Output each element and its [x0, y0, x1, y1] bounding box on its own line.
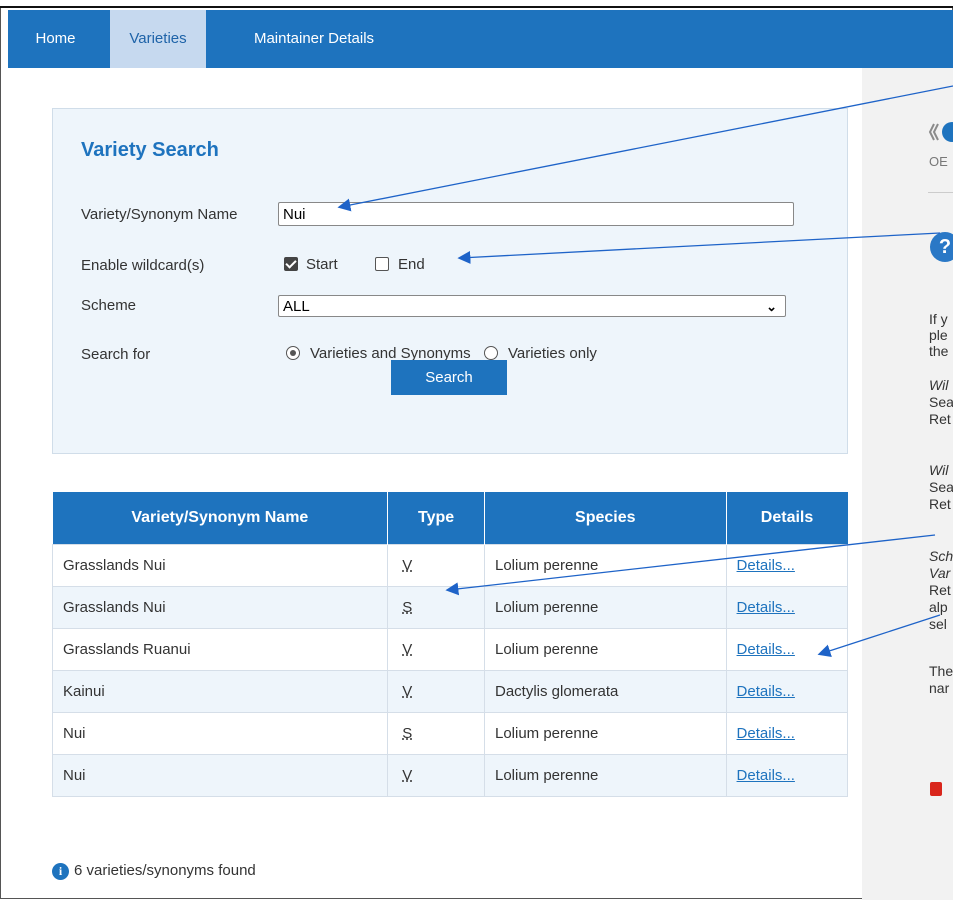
- results-count: 6 varieties/synonyms found: [74, 862, 256, 879]
- col-header-type[interactable]: Type: [387, 492, 485, 545]
- cell-type: V: [387, 544, 485, 587]
- col-header-species[interactable]: Species: [484, 492, 727, 545]
- sidebar-text-line: Ret: [929, 412, 951, 427]
- cell-name: Kainui: [51, 670, 389, 713]
- cell-name: Grasslands Nui: [51, 586, 389, 629]
- cell-details: Details...: [725, 754, 849, 797]
- cell-type: V: [387, 670, 485, 713]
- table-row: Nui S Lolium perenne Details...: [51, 712, 849, 755]
- sidebar-text-line: the: [929, 344, 949, 359]
- cell-details: Details...: [725, 586, 849, 629]
- cell-name: Grasslands Ruanui: [51, 628, 389, 671]
- type-abbr: S: [402, 725, 413, 742]
- table-row: Kainui V Dactylis glomerata Details...: [51, 670, 849, 713]
- cell-name: Nui: [51, 754, 389, 797]
- cell-details: Details...: [725, 628, 849, 671]
- cell-species: Lolium perenne: [483, 628, 727, 671]
- scheme-selected-value: ALL: [283, 298, 310, 315]
- nav-maintainer-details[interactable]: Maintainer Details: [228, 10, 400, 68]
- type-abbr: V: [402, 683, 413, 700]
- top-divider: [0, 6, 953, 8]
- wildcard-label: Enable wildcard(s): [81, 257, 205, 274]
- table-row: Grasslands Ruanui V Lolium perenne Detai…: [51, 628, 849, 671]
- results-header-row: Variety/Synonym Name Type Species Detail…: [52, 492, 848, 545]
- sidebar-text-line: If y: [929, 312, 948, 327]
- sidebar-divider: [928, 192, 953, 193]
- cell-type: S: [387, 586, 485, 629]
- scheme-label: Scheme: [81, 297, 137, 314]
- scheme-select[interactable]: ALL ⌄: [278, 295, 786, 317]
- type-abbr: V: [402, 557, 413, 574]
- radio-varieties-only[interactable]: [484, 346, 498, 360]
- logo-text: OE: [929, 154, 948, 169]
- type-abbr: S: [402, 599, 413, 616]
- table-row: Nui V Lolium perenne Details...: [51, 754, 849, 797]
- sidebar-text-line: Wil: [929, 378, 949, 393]
- sidebar-text-line: ple: [929, 328, 948, 343]
- oecd-logo-icon: [928, 122, 953, 142]
- top-strip: [0, 0, 953, 8]
- variety-search-panel: Variety Search Variety/Synonym Name Nui …: [52, 108, 848, 454]
- col-header-details: Details: [726, 492, 848, 545]
- cell-type: S: [387, 712, 485, 755]
- cell-details: Details...: [725, 712, 849, 755]
- sidebar-text-line: Var: [929, 566, 951, 581]
- cell-details: Details...: [725, 544, 849, 587]
- help-icon[interactable]: ?: [930, 232, 953, 262]
- sidebar-text-line: alp: [929, 600, 948, 615]
- wildcard-end-label: End: [398, 256, 425, 273]
- cell-type: V: [387, 754, 485, 797]
- sidebar-text-line: nar: [929, 681, 950, 696]
- radio-varieties-and-synonyms[interactable]: [286, 346, 300, 360]
- cell-type: V: [387, 628, 485, 671]
- cell-species: Lolium perenne: [483, 712, 727, 755]
- col-header-name[interactable]: Variety/Synonym Name: [52, 492, 389, 545]
- sidebar-text-line: Ret: [929, 583, 951, 598]
- cell-species: Lolium perenne: [483, 754, 727, 797]
- wildcard-start-checkbox[interactable]: [284, 257, 298, 271]
- sidebar-text-line: Ret: [929, 497, 951, 512]
- sidebar-text-line: Sea: [929, 395, 953, 410]
- details-link[interactable]: Details...: [737, 683, 795, 700]
- wildcard-end-checkbox[interactable]: [375, 257, 389, 271]
- details-link[interactable]: Details...: [737, 725, 795, 742]
- pdf-icon[interactable]: [930, 782, 942, 796]
- type-abbr: V: [402, 641, 413, 658]
- details-link[interactable]: Details...: [737, 767, 795, 784]
- sidebar-text-line: Wil: [929, 463, 949, 478]
- search-button[interactable]: Search: [391, 360, 507, 395]
- cell-species: Dactylis glomerata: [483, 670, 727, 713]
- sidebar-text-line: Sch: [929, 549, 953, 564]
- cell-species: Lolium perenne: [483, 586, 727, 629]
- cell-species: Lolium perenne: [483, 544, 727, 587]
- cell-details: Details...: [725, 670, 849, 713]
- details-link[interactable]: Details...: [737, 641, 795, 658]
- info-icon: i: [52, 863, 69, 880]
- type-abbr: V: [402, 767, 413, 784]
- variety-name-input[interactable]: Nui: [278, 202, 794, 226]
- sidebar-text-line: The: [929, 664, 953, 679]
- results-table: Variety/Synonym Name Type Species Detail…: [51, 492, 849, 797]
- search-for-label: Search for: [81, 346, 151, 363]
- table-row: Grasslands Nui V Lolium perenne Details.…: [51, 544, 849, 587]
- help-sidebar: OE ? If y ple the Wil Sea Ret Wil Sea Re…: [862, 68, 953, 900]
- chevron-down-icon: ⌄: [766, 299, 777, 314]
- variety-name-label: Variety/Synonym Name: [81, 206, 238, 223]
- details-link[interactable]: Details...: [737, 599, 795, 616]
- cell-name: Nui: [51, 712, 389, 755]
- nav-home[interactable]: Home: [23, 10, 88, 68]
- cell-name: Grasslands Nui: [51, 544, 389, 587]
- sidebar-text-line: Sea: [929, 480, 953, 495]
- details-link[interactable]: Details...: [737, 557, 795, 574]
- radio-varieties-only-label: Varieties only: [508, 345, 597, 362]
- nav-varieties[interactable]: Varieties: [110, 10, 206, 68]
- search-panel-title: Variety Search: [81, 139, 219, 161]
- table-row: Grasslands Nui S Lolium perenne Details.…: [51, 586, 849, 629]
- wildcard-start-label: Start: [306, 256, 338, 273]
- main-navbar: Home Varieties Maintainer Details: [8, 10, 953, 68]
- sidebar-text-line: sel: [929, 617, 947, 632]
